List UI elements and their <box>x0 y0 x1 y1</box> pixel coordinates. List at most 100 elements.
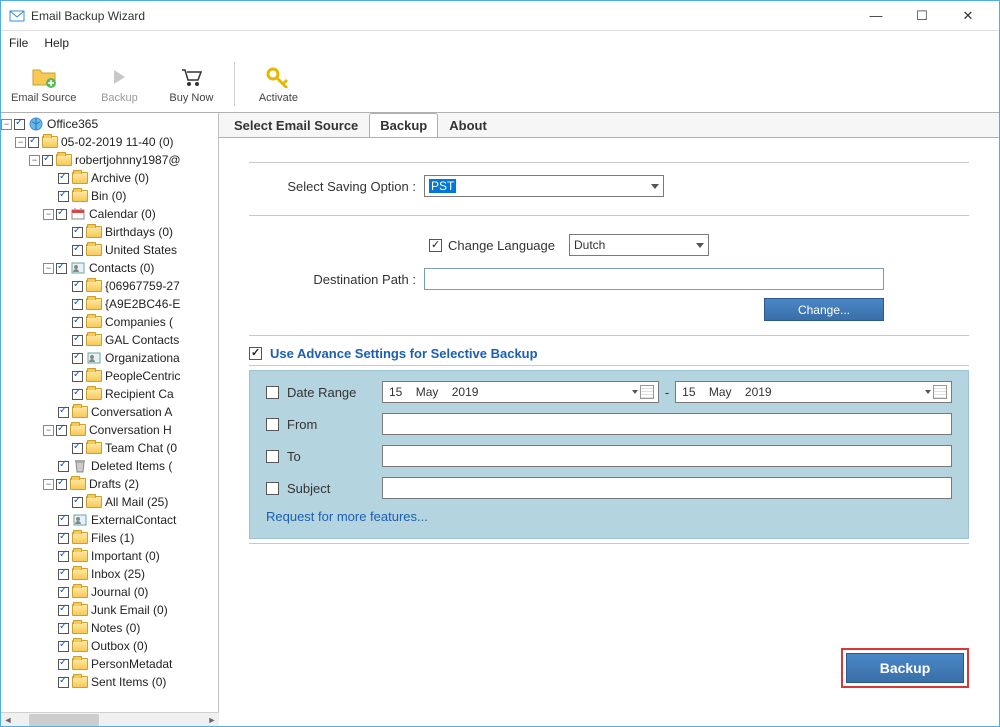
maximize-button[interactable]: ☐ <box>899 2 945 30</box>
tree-checkbox[interactable] <box>58 173 69 184</box>
tree-checkbox[interactable] <box>58 677 69 688</box>
tree-item[interactable]: United States <box>1 241 218 259</box>
tree-checkbox[interactable] <box>58 587 69 598</box>
tree-checkbox[interactable] <box>56 479 67 490</box>
collapse-icon[interactable]: − <box>43 263 54 274</box>
tree-checkbox[interactable] <box>58 533 69 544</box>
scroll-left-arrow[interactable]: ◄ <box>1 713 15 727</box>
scroll-thumb[interactable] <box>29 714 99 726</box>
tree-item[interactable]: Inbox (25) <box>1 565 218 583</box>
tree-horizontal-scrollbar[interactable]: ◄ ► <box>1 712 219 726</box>
tree-checkbox[interactable] <box>72 281 83 292</box>
tree-item[interactable]: −Contacts (0) <box>1 259 218 277</box>
tree-item[interactable]: ExternalContact <box>1 511 218 529</box>
tree-item[interactable]: {06967759-27 <box>1 277 218 295</box>
tree-checkbox[interactable] <box>28 137 39 148</box>
tree-checkbox[interactable] <box>72 389 83 400</box>
tree-item[interactable]: Junk Email (0) <box>1 601 218 619</box>
subject-checkbox[interactable] <box>266 482 279 495</box>
tree-checkbox[interactable] <box>58 461 69 472</box>
tree-checkbox[interactable] <box>72 299 83 310</box>
tree-checkbox[interactable] <box>58 551 69 562</box>
tree-item[interactable]: GAL Contacts <box>1 331 218 349</box>
tree-checkbox[interactable] <box>72 335 83 346</box>
tab-about[interactable]: About <box>438 113 498 138</box>
tab-select-email-source[interactable]: Select Email Source <box>223 113 369 138</box>
tree-checkbox[interactable] <box>72 353 83 364</box>
tree-checkbox[interactable] <box>14 119 25 130</box>
tree-checkbox[interactable] <box>56 263 67 274</box>
tree-item[interactable]: −robertjohnny1987@ <box>1 151 218 169</box>
email-source-button[interactable]: Email Source <box>11 64 76 104</box>
tree-checkbox[interactable] <box>42 155 53 166</box>
tree-checkbox[interactable] <box>58 569 69 580</box>
tree-checkbox[interactable] <box>72 497 83 508</box>
date-range-checkbox[interactable] <box>266 386 279 399</box>
subject-input[interactable] <box>382 477 952 499</box>
tree-checkbox[interactable] <box>56 425 67 436</box>
tree-item[interactable]: Files (1) <box>1 529 218 547</box>
tree-item[interactable]: Recipient Ca <box>1 385 218 403</box>
tree-item[interactable]: Important (0) <box>1 547 218 565</box>
tree-checkbox[interactable] <box>72 245 83 256</box>
tree-checkbox[interactable] <box>72 443 83 454</box>
tree-checkbox[interactable] <box>72 227 83 238</box>
tree-item[interactable]: Outbox (0) <box>1 637 218 655</box>
tree-item[interactable]: −Conversation H <box>1 421 218 439</box>
menu-help[interactable]: Help <box>44 36 69 50</box>
tree-item[interactable]: Sent Items (0) <box>1 673 218 691</box>
more-features-link[interactable]: Request for more features... <box>266 509 952 524</box>
to-checkbox[interactable] <box>266 450 279 463</box>
activate-button[interactable]: Activate <box>249 64 307 104</box>
from-input[interactable] <box>382 413 952 435</box>
tab-backup[interactable]: Backup <box>369 113 438 138</box>
tree-checkbox[interactable] <box>58 605 69 616</box>
saving-option-select[interactable]: PST <box>424 175 664 197</box>
tree-item[interactable]: All Mail (25) <box>1 493 218 511</box>
tree-item[interactable]: −05-02-2019 11-40 (0) <box>1 133 218 151</box>
collapse-icon[interactable]: − <box>29 155 40 166</box>
tree-item[interactable]: Journal (0) <box>1 583 218 601</box>
backup-toolbar-button[interactable]: Backup <box>90 64 148 104</box>
buy-now-button[interactable]: Buy Now <box>162 64 220 104</box>
change-button[interactable]: Change... <box>764 298 884 321</box>
tree-checkbox[interactable] <box>58 407 69 418</box>
tree-checkbox[interactable] <box>58 191 69 202</box>
tree-checkbox[interactable] <box>72 317 83 328</box>
language-select[interactable]: Dutch <box>569 234 709 256</box>
tree-item[interactable]: −Calendar (0) <box>1 205 218 223</box>
tree-item[interactable]: Birthdays (0) <box>1 223 218 241</box>
tree-checkbox[interactable] <box>58 515 69 526</box>
tree-item[interactable]: Notes (0) <box>1 619 218 637</box>
tree-checkbox[interactable] <box>58 641 69 652</box>
tree-item[interactable]: −Drafts (2) <box>1 475 218 493</box>
minimize-button[interactable]: — <box>853 2 899 30</box>
tree-checkbox[interactable] <box>58 659 69 670</box>
date-to-picker[interactable]: 15 May 2019 <box>675 381 952 403</box>
tree-item[interactable]: Deleted Items ( <box>1 457 218 475</box>
tree-item[interactable]: PeopleCentric <box>1 367 218 385</box>
tree-item[interactable]: Team Chat (0 <box>1 439 218 457</box>
collapse-icon[interactable]: − <box>43 425 54 436</box>
from-checkbox[interactable] <box>266 418 279 431</box>
tree-item[interactable]: Companies ( <box>1 313 218 331</box>
tree-item[interactable]: Bin (0) <box>1 187 218 205</box>
collapse-icon[interactable]: − <box>1 119 12 130</box>
date-from-picker[interactable]: 15 May 2019 <box>382 381 659 403</box>
collapse-icon[interactable]: − <box>43 479 54 490</box>
to-input[interactable] <box>382 445 952 467</box>
menu-file[interactable]: File <box>9 36 28 50</box>
tree-item[interactable]: PersonMetadat <box>1 655 218 673</box>
tree-item[interactable]: Archive (0) <box>1 169 218 187</box>
close-button[interactable]: ✕ <box>945 2 991 30</box>
tree-item[interactable]: −Office365 <box>1 115 218 133</box>
tree-checkbox[interactable] <box>56 209 67 220</box>
destination-path-input[interactable] <box>424 268 884 290</box>
change-language-checkbox[interactable] <box>429 239 442 252</box>
tree-checkbox[interactable] <box>72 371 83 382</box>
backup-button[interactable]: Backup <box>846 653 964 683</box>
tree-item[interactable]: Conversation A <box>1 403 218 421</box>
collapse-icon[interactable]: − <box>43 209 54 220</box>
advance-settings-checkbox[interactable] <box>249 347 262 360</box>
tree-item[interactable]: {A9E2BC46-E <box>1 295 218 313</box>
